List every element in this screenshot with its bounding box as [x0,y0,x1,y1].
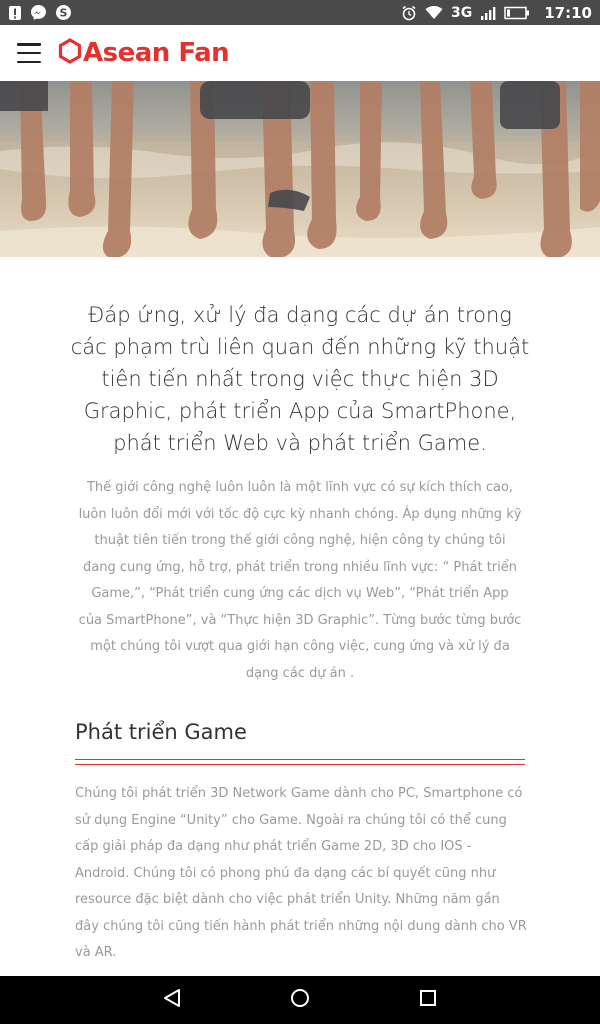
signal-icon [480,5,496,21]
app-header: Asean Fan [0,25,600,81]
intro-description: Thế giới công nghệ luôn luôn là một lĩnh… [78,480,522,681]
section-title: Phát triển Game [75,720,247,744]
recents-button[interactable] [364,976,492,1024]
hexagon-logo-icon [57,38,83,68]
recents-icon [419,989,437,1011]
clock: 17:10 [544,3,592,22]
messenger-icon [30,4,47,21]
brand-logo[interactable]: Asean Fan [57,38,230,68]
alert-icon [8,5,22,21]
intro-lead-text: Đáp ứng, xử lý đa dạng các dự án trong c… [70,303,530,455]
svg-text:S: S [60,7,68,20]
hamburger-menu-button[interactable] [17,43,41,63]
status-bar: S 3G 17:10 [0,0,600,25]
status-right-icons: 3G 17:10 [401,4,592,22]
menu-line [17,60,41,63]
brand-name: Asean Fan [83,38,230,68]
wifi-icon [425,5,443,20]
home-button[interactable] [236,976,364,1024]
alarm-icon [401,5,417,21]
status-left-icons: S [8,4,72,21]
system-nav-bar [0,976,600,1024]
home-icon [290,988,310,1012]
back-button[interactable] [108,976,236,1024]
hero-image [0,81,600,257]
menu-line [17,43,41,46]
menu-line [17,51,41,55]
skype-icon: S [55,4,72,21]
battery-icon [504,6,530,20]
app-screen: S 3G 17:10 Asean Fan Đáp ứng, xử lý đa d… [0,0,600,1024]
network-type: 3G [451,4,473,21]
section-divider [75,759,525,765]
back-icon [163,988,181,1012]
section-body: Chúng tôi phát triển 3D Network Game dàn… [75,786,527,960]
